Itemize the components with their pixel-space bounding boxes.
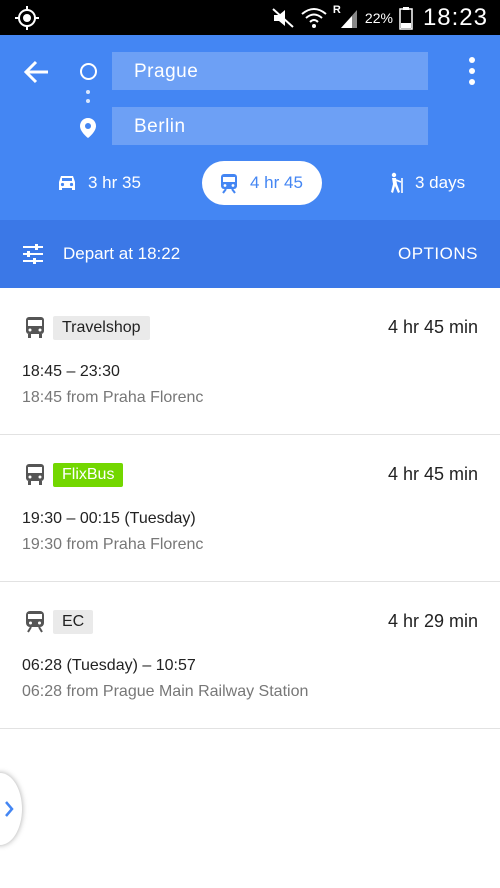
tab-drive[interactable]: 3 hr 35 (56, 161, 141, 205)
route-card[interactable]: FlixBus 4 hr 45 min 19:30 – 00:15 (Tuesd… (0, 435, 500, 582)
route-card[interactable]: Travelshop 4 hr 45 min 18:45 – 23:30 18:… (0, 288, 500, 435)
depart-time-label[interactable]: Depart at 18:22 (63, 244, 180, 264)
car-icon (59, 176, 75, 190)
route-departure-stop: 06:28 from Prague Main Railway Station (22, 683, 309, 700)
route-departure-stop: 18:45 from Praha Florenc (22, 389, 204, 406)
bus-icon (26, 317, 44, 338)
tab-transit[interactable]: 4 hr 45 (202, 161, 322, 205)
origin-circle-icon (80, 63, 97, 80)
destination-input[interactable]: Berlin (112, 107, 428, 145)
tab-walk[interactable]: 3 days (383, 161, 465, 205)
carrier-badge: FlixBus (53, 463, 124, 487)
battery-percent: 22% (364, 9, 393, 26)
walk-duration: 3 days (415, 173, 466, 192)
route-results-list: Travelshop 4 hr 45 min 18:45 – 23:30 18:… (0, 288, 500, 729)
clock: 18:23 (422, 3, 488, 31)
sliders-icon (23, 244, 43, 264)
route-dots-icon (86, 90, 91, 108)
route-times: 06:28 (Tuesday) – 10:57 (22, 657, 196, 674)
travel-mode-tabs: 3 hr 35 4 hr 45 3 days (0, 161, 500, 205)
chevron-right-icon (5, 801, 14, 817)
transit-duration: 4 hr 45 (250, 173, 303, 192)
route-duration: 4 hr 29 min (387, 611, 478, 631)
options-button[interactable]: OPTIONS (398, 244, 478, 264)
drive-duration: 3 hr 35 (88, 173, 141, 192)
route-card[interactable]: EC 4 hr 29 min 06:28 (Tuesday) – 10:57 0… (0, 582, 500, 729)
signal-icon: R (333, 4, 359, 30)
route-times: 18:45 – 23:30 (22, 363, 120, 380)
train-icon (221, 174, 237, 194)
directions-header: Prague Berlin 3 hr 35 4 hr 45 3 days (0, 35, 500, 220)
train-icon (26, 611, 44, 633)
hiker-icon (391, 172, 403, 193)
route-departure-stop: 19:30 from Praha Florenc (22, 536, 204, 553)
battery-icon (399, 6, 413, 30)
bus-icon (26, 464, 44, 485)
route-times: 19:30 – 00:15 (Tuesday) (22, 510, 196, 527)
drawer-handle[interactable] (0, 773, 22, 845)
wifi-icon (301, 7, 327, 28)
route-duration: 4 hr 45 min (387, 464, 478, 484)
back-arrow-icon[interactable] (20, 55, 54, 89)
route-duration: 4 hr 45 min (387, 317, 478, 337)
origin-input[interactable]: Prague (112, 52, 428, 90)
mute-icon (272, 7, 294, 28)
status-bar: R 22% 18:23 (0, 0, 500, 35)
depart-bar[interactable]: Depart at 18:22 OPTIONS (0, 220, 500, 288)
destination-pin-icon (80, 118, 96, 138)
gps-icon (15, 6, 39, 30)
carrier-badge: Travelshop (53, 316, 150, 340)
more-options-icon[interactable] (468, 57, 476, 87)
carrier-badge: EC (53, 610, 94, 634)
